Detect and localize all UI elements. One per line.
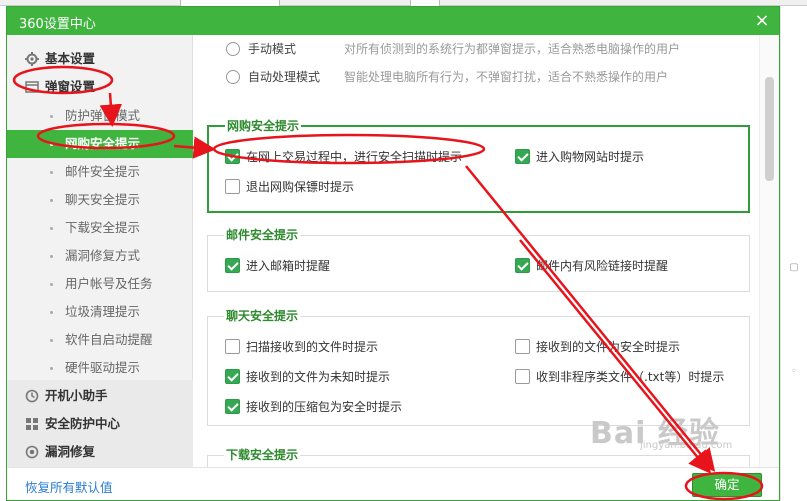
radio-label: 手动模式 (248, 42, 297, 56)
dialog-title: 360设置中心 (19, 17, 96, 32)
sidebar-item-label: 聊天安全提示 (65, 192, 141, 207)
bullet-icon (50, 255, 53, 258)
sidebar-item-shopping-security[interactable]: 网购安全提示 (7, 130, 193, 158)
sidebar-item-label: 软件自启动提醒 (65, 332, 153, 347)
checkbox-unchecked[interactable] (515, 369, 530, 384)
background-window-edge (780, 6, 807, 501)
checkbox-label: 接收到的文件为安全时提示 (536, 340, 681, 354)
sidebar-item-label: 下载安全提示 (65, 220, 141, 235)
sidebar-item-vuln-fix[interactable]: 漏洞修复 (7, 438, 193, 466)
checkbox-checked[interactable] (515, 258, 530, 273)
baidu-watermark-url: jingyan.baidu.com (640, 440, 733, 451)
sidebar-item-boot-assistant[interactable]: 开机小助手 (7, 382, 193, 410)
sidebar-item-junk-cleanup[interactable]: 垃圾清理提示 (7, 298, 193, 326)
checkbox-label: 接收到的文件为未知时提示 (246, 370, 391, 384)
sidebar-item-label: 安全防护中心 (45, 416, 121, 431)
bullet-icon (50, 311, 53, 314)
ok-button[interactable]: 确定 (692, 473, 762, 497)
sidebar-item-label: 基本设置 (45, 51, 96, 66)
bullet-icon (50, 367, 53, 370)
sidebar-item-label: 邮件安全提示 (65, 164, 141, 179)
sidebar-item-label: 防护弹窗模式 (65, 108, 141, 123)
bullet-icon (50, 143, 53, 146)
checkbox-label: 退出网购保镖时提示 (246, 180, 355, 194)
sidebar-item-label: 开机小助手 (45, 388, 108, 403)
bullet-icon (50, 171, 53, 174)
checkbox-checked[interactable] (515, 149, 530, 164)
background-glyph: ▢ (789, 262, 799, 273)
radio-description: 对所有侦测到的系统行为都弹窗提示，适合熟悉电脑操作的用户 (344, 42, 681, 56)
checkbox-checked[interactable] (225, 258, 240, 273)
checkbox-checked[interactable] (225, 369, 240, 384)
sidebar-item-security-center[interactable]: 安全防护中心 (7, 410, 193, 438)
gear-icon (25, 52, 39, 66)
checkbox-unchecked[interactable] (225, 339, 240, 354)
checkbox-unchecked[interactable] (225, 179, 240, 194)
sidebar-item-label: 网购安全提示 (65, 136, 141, 151)
sidebar-item-mail-security[interactable]: 邮件安全提示 (7, 158, 193, 186)
section-shopping-security: 网购安全提示 在网上交易过程中，进行安全扫描时提示 进入购物网站时提示 退出网购… (207, 118, 750, 213)
checkbox-label: 收到非程序类文件（.txt等）时提示 (536, 370, 725, 384)
checkbox-label: 扫描接收到的文件时提示 (246, 340, 379, 354)
sidebar-item-label: 漏洞修复方式 (65, 248, 141, 263)
bullet-icon (50, 339, 53, 342)
sidebar-item-label: 垃圾清理提示 (65, 304, 141, 319)
bullet-icon (50, 227, 53, 230)
sidebar-item-driver[interactable]: 硬件驱动提示 (7, 354, 193, 382)
vertical-scrollbar[interactable] (759, 35, 779, 467)
radio-button[interactable] (226, 70, 240, 84)
sidebar-item-account-tasks[interactable]: 用户帐号及任务 (7, 270, 193, 298)
radio-button[interactable] (226, 42, 240, 56)
sidebar-item-label: 弹窗设置 (45, 79, 96, 94)
section-title: 网购安全提示 (225, 118, 302, 134)
radio-label: 自动处理模式 (248, 70, 321, 84)
section-download-security: 下载安全提示 (207, 447, 750, 467)
sidebar-item-protection-mode[interactable]: 防护弹窗模式 (7, 102, 193, 130)
section-title: 邮件安全提示 (224, 227, 301, 243)
checkbox-unchecked[interactable] (515, 339, 530, 354)
sidebar-item-popup-settings[interactable]: 弹窗设置 (7, 73, 193, 101)
radio-description: 智能处理电脑所有行为，不弹窗打扰，适合不熟悉操作的用户 (344, 70, 669, 84)
sidebar: 基本设置 弹窗设置 防护弹窗模式 网购安全提示 邮件安全提示 聊天安全提示 下载… (7, 35, 193, 467)
checkbox-checked[interactable] (225, 149, 240, 164)
section-title: 聊天安全提示 (224, 308, 301, 324)
sidebar-item-label: 漏洞修复 (45, 444, 96, 459)
sidebar-item-label: 用户帐号及任务 (65, 276, 153, 291)
section-title: 下载安全提示 (224, 447, 301, 463)
dialog-footer: 恢复所有默认值 确定 (7, 467, 779, 500)
checkbox-label: 邮件内有风险链接时提醒 (536, 259, 669, 273)
section-mail-security: 邮件安全提示 进入邮箱时提醒 邮件内有风险链接时提醒 (207, 227, 750, 292)
sidebar-item-autostart[interactable]: 软件自启动提醒 (7, 326, 193, 354)
window-icon (25, 81, 39, 93)
checkbox-label: 接收到的压缩包为安全时提示 (246, 400, 403, 414)
bullet-icon (50, 199, 53, 202)
close-button[interactable]: × (751, 10, 773, 32)
sidebar-item-download-security[interactable]: 下载安全提示 (7, 214, 193, 242)
titlebar: 360设置中心 × (7, 7, 779, 35)
bullet-icon (50, 115, 53, 118)
sidebar-item-vuln-fix-mode[interactable]: 漏洞修复方式 (7, 242, 193, 270)
checkbox-checked[interactable] (225, 399, 240, 414)
sidebar-item-chat-security[interactable]: 聊天安全提示 (7, 186, 193, 214)
checkbox-label: 进入购物网站时提示 (536, 150, 645, 164)
restore-defaults-link[interactable]: 恢复所有默认值 (25, 477, 113, 496)
clock-icon (25, 389, 39, 403)
shield-icon (25, 445, 39, 459)
sidebar-item-basic-settings[interactable]: 基本设置 (7, 45, 193, 73)
sidebar-item-label: 硬件驱动提示 (65, 360, 141, 375)
settings-content: 手动模式 对所有侦测到的系统行为都弹窗提示，适合熟悉电脑操作的用户 自动处理模式… (194, 35, 759, 467)
checkbox-label: 在网上交易过程中，进行安全扫描时提示 (246, 150, 463, 164)
grid-icon (26, 418, 38, 430)
bullet-icon (50, 283, 53, 286)
background-glyph: ◦ (791, 366, 797, 377)
scrollbar-thumb[interactable] (765, 77, 774, 181)
checkbox-label: 进入邮箱时提醒 (246, 259, 331, 273)
